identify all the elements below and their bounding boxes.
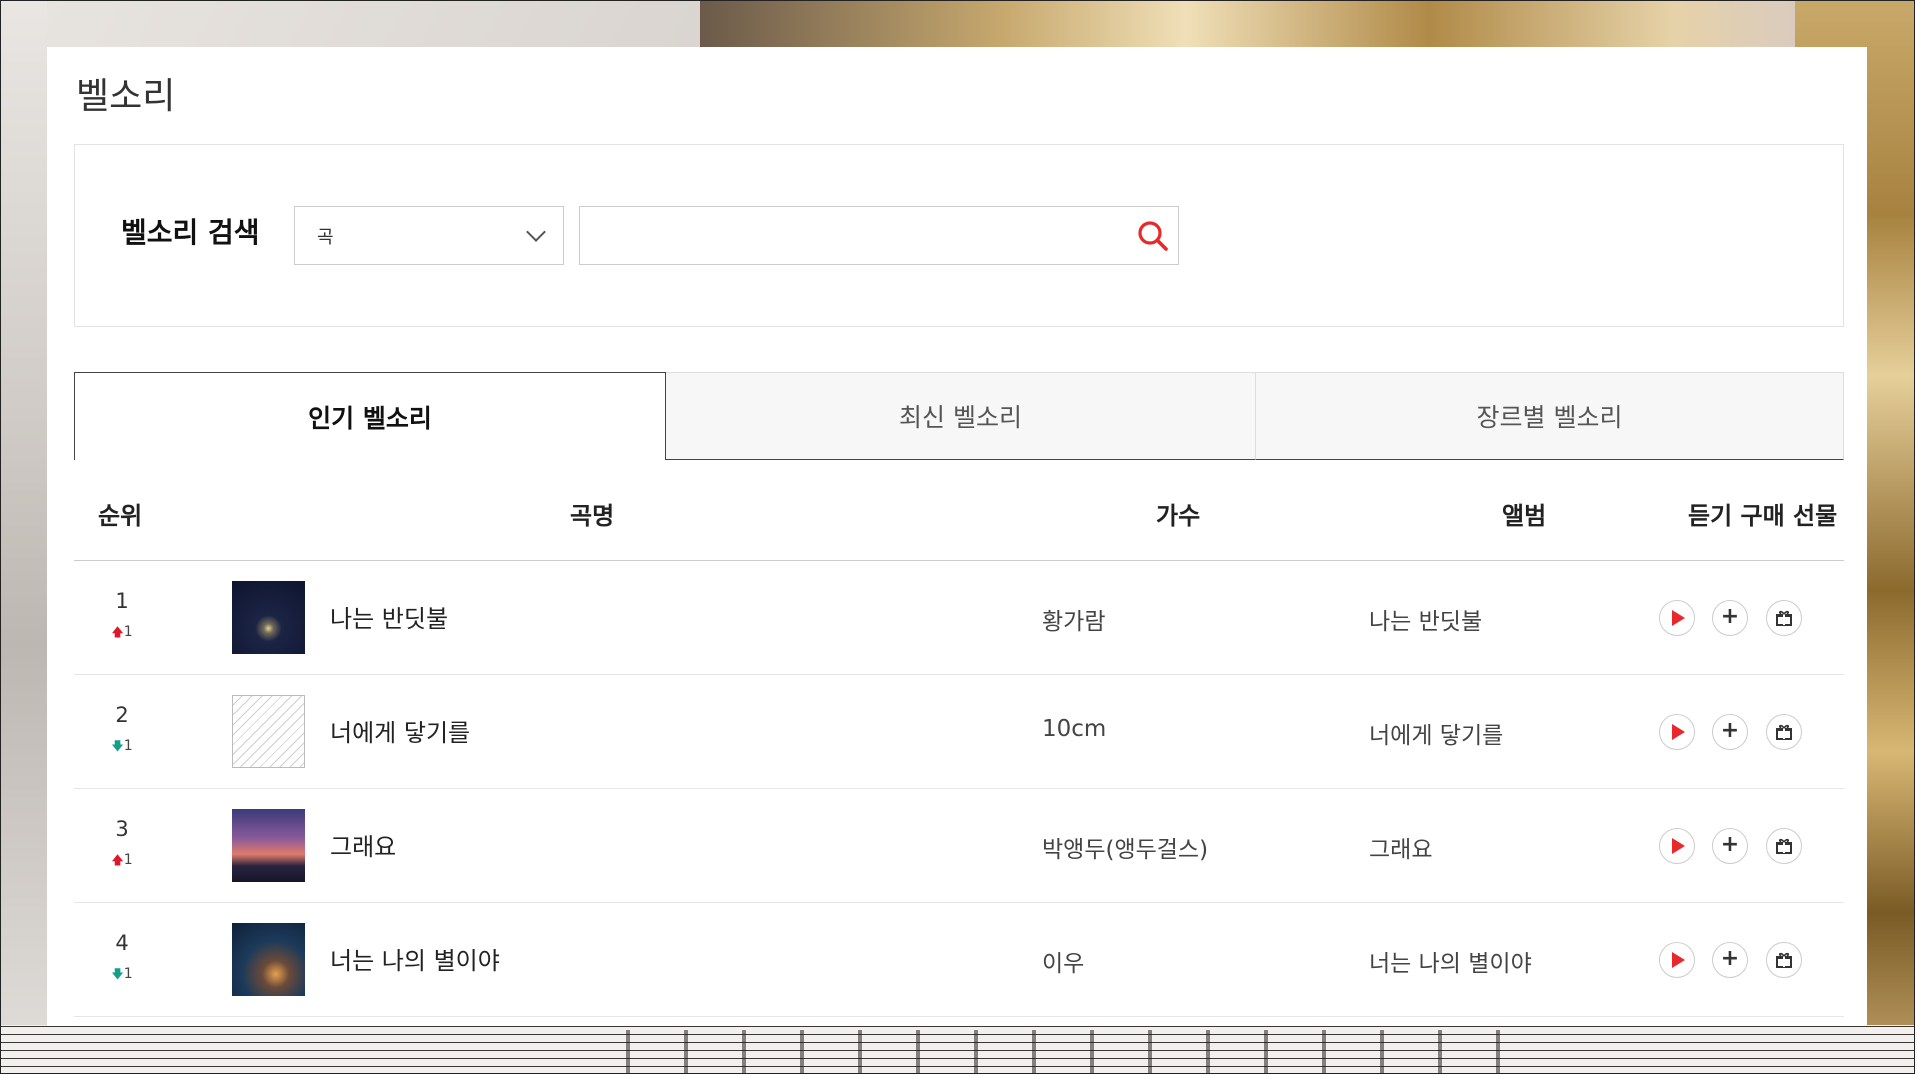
gift-icon [1776,610,1792,626]
rank-number: 4 [115,931,129,955]
table-row: 2 🡇1 너에게 닿기를 10cm 너에게 닿기를 + [74,675,1844,789]
arrow-up-icon: 🡅 [111,625,124,639]
play-icon [1672,724,1685,740]
table-row: 3 🡅1 그래요 박앵두(앵두걸스) 그래요 + [74,789,1844,903]
artist-name[interactable]: 10cm [1042,716,1106,742]
album-name[interactable]: 그래요 [1369,830,1432,864]
header-actions: 듣기 구매 선물 [1688,502,1838,530]
plus-icon: + [1720,946,1740,971]
search-type-value: 곡 [317,227,334,248]
search-section: 벨소리 검색 곡 [74,144,1844,327]
rank-number: 2 [115,703,129,727]
search-icon [1138,221,1168,251]
song-title[interactable]: 나는 반딧불 [330,599,448,634]
gift-button[interactable] [1766,828,1802,864]
plus-icon: + [1720,604,1740,629]
rank-number: 3 [115,817,129,841]
song-title[interactable]: 너에게 닿기를 [330,713,470,748]
tab-popular[interactable]: 인기 벨소리 [74,372,666,460]
search-label: 벨소리 검색 [121,216,260,249]
album-art[interactable] [232,809,305,882]
album-art[interactable] [232,923,305,996]
gift-button[interactable] [1766,600,1802,636]
ringtone-tabs: 인기 벨소리 최신 벨소리 장르별 벨소리 [74,372,1844,460]
background-top [700,0,1915,47]
album-name[interactable]: 너는 나의 별이야 [1369,944,1532,978]
arrow-down-icon: 🡇 [111,967,124,981]
gift-button[interactable] [1766,942,1802,978]
rank-change-value: 1 [123,966,133,982]
purchase-button[interactable]: + [1712,942,1748,978]
table-row: 4 🡇1 너는 나의 별이야 이우 너는 나의 별이야 + [74,903,1844,1017]
gift-button[interactable] [1766,714,1802,750]
purchase-button[interactable]: + [1712,600,1748,636]
artist-name[interactable]: 박앵두(앵두걸스) [1042,830,1208,864]
search-button[interactable] [1136,219,1170,253]
purchase-button[interactable]: + [1712,714,1748,750]
play-icon [1672,952,1685,968]
song-title[interactable]: 너는 나의 별이야 [330,941,500,976]
purchase-button[interactable]: + [1712,828,1748,864]
header-artist: 가수 [1156,502,1201,530]
rank-change-value: 1 [123,852,133,868]
arrow-down-icon: 🡇 [111,739,124,753]
rank-change: 🡅1 [74,623,170,644]
gift-icon [1776,838,1792,854]
album-name[interactable]: 너에게 닿기를 [1369,716,1503,750]
play-button[interactable] [1659,942,1695,978]
play-icon [1672,838,1685,854]
ringtone-panel: 벨소리 벨소리 검색 곡 인기 벨소리 최신 벨소리 장르별 벨소리 순위 곡명… [47,47,1867,1026]
header-album: 앨범 [1502,502,1547,530]
play-button[interactable] [1659,600,1695,636]
background-left [0,0,47,1074]
tab-genre[interactable]: 장르별 벨소리 [1256,372,1844,460]
rank-change: 🡅1 [74,851,170,872]
song-title[interactable]: 그래요 [330,827,396,862]
artist-name[interactable]: 이우 [1042,944,1084,978]
plus-icon: + [1720,832,1740,857]
table-row: 1 🡅1 나는 반딧불 황가람 나는 반딧불 + [74,561,1844,675]
plus-icon: + [1720,718,1740,743]
play-button[interactable] [1659,828,1695,864]
chevron-down-icon [526,222,546,242]
rank-change-value: 1 [123,738,133,754]
arrow-up-icon: 🡅 [111,853,124,867]
play-button[interactable] [1659,714,1695,750]
page-title: 벨소리 [76,76,176,117]
rank-number: 1 [115,589,129,613]
tab-latest[interactable]: 최신 벨소리 [666,372,1256,460]
album-name[interactable]: 나는 반딧불 [1369,602,1482,636]
album-art[interactable] [232,581,305,654]
play-icon [1672,610,1685,626]
album-art[interactable] [232,695,305,768]
artist-name[interactable]: 황가람 [1042,602,1105,636]
search-input[interactable] [579,206,1179,265]
gift-icon [1776,952,1792,968]
header-title: 곡명 [570,502,615,530]
header-rank: 순위 [98,502,143,530]
search-type-select[interactable]: 곡 [294,206,564,265]
rank-change: 🡇1 [74,737,170,758]
table-header: 순위 곡명 가수 앨범 듣기 구매 선물 [74,460,1844,561]
background-music-notes [600,1030,1500,1074]
rank-change-value: 1 [123,624,133,640]
gift-icon [1776,724,1792,740]
rank-change: 🡇1 [74,965,170,986]
